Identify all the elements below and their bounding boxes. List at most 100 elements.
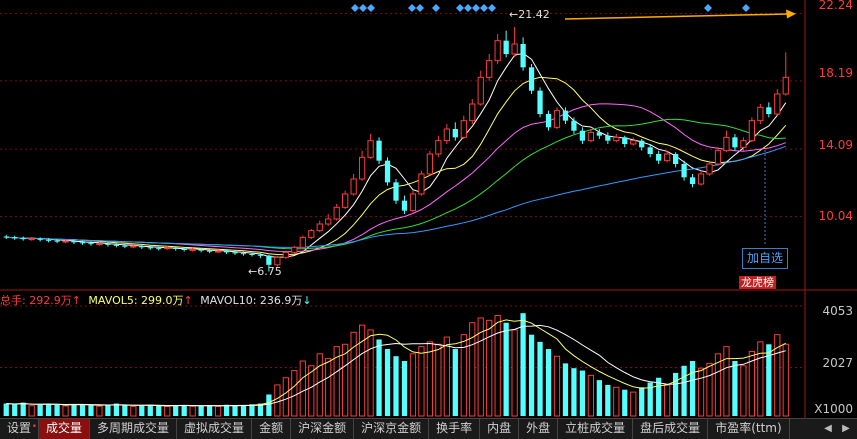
volume-bar-up: [189, 405, 196, 417]
candle-body-up: [723, 136, 730, 152]
candle-body-up: [664, 153, 671, 162]
candle-body-down: [240, 253, 247, 255]
volume-axis-label: 4053: [822, 304, 853, 318]
tab-scroll-left-button[interactable]: ◀: [820, 419, 836, 438]
volume-bar-up: [96, 405, 103, 417]
trend-arrow: [564, 9, 796, 20]
candle-body-down: [266, 255, 272, 265]
tab-10[interactable]: 立桩成交量: [558, 419, 634, 439]
volume-bar-up: [426, 341, 434, 417]
tab-1[interactable]: 成交量: [39, 419, 91, 439]
volume-bar-up: [486, 319, 493, 417]
kline-chart[interactable]: [0, 0, 857, 438]
volume-bar-down: [571, 368, 577, 416]
candle-body-down: [71, 241, 77, 243]
candle-body-down: [376, 140, 382, 161]
volume-bar-up: [511, 329, 518, 417]
volume-bar-up: [418, 346, 425, 417]
volume-bar-up: [316, 353, 323, 417]
candle-body-up: [409, 193, 417, 212]
candle-body-down: [232, 252, 238, 254]
volume-bar-down: [20, 402, 26, 416]
volume-bar-down: [579, 370, 586, 416]
candle-body-up: [706, 163, 713, 175]
signal-diamond-icon: [359, 4, 367, 12]
volume-bar-up: [214, 405, 222, 417]
volume-bar-down: [562, 363, 569, 416]
volume-bar-up: [435, 343, 442, 417]
candle-body-up: [460, 120, 467, 138]
tab-label: 沪深京金额: [361, 421, 422, 435]
volume-bar-down: [198, 405, 204, 416]
signal-diamond-icon: [742, 4, 750, 12]
volume-bar-down: [732, 361, 738, 416]
volume-bars[interactable]: [3, 313, 789, 417]
tab-2[interactable]: 多周期成交量: [90, 419, 178, 439]
volume-bar-down: [520, 313, 526, 416]
volume-bar-up: [782, 343, 789, 417]
volume-bar-down: [384, 349, 391, 416]
add-to-watchlist-button[interactable]: 加自选: [742, 248, 788, 269]
candle-body-down: [249, 254, 255, 255]
volume-bar-up: [740, 365, 747, 417]
candle-body-down: [156, 248, 162, 250]
candle-body-down: [689, 177, 696, 184]
candle-body-up: [342, 193, 349, 208]
volume-bar-down: [156, 405, 162, 416]
tab-7[interactable]: 换手率: [429, 419, 481, 439]
candle-body-up: [274, 256, 281, 266]
tab-12[interactable]: 市盈率(ttm): [708, 419, 790, 439]
candle-body-up: [214, 250, 222, 253]
volume-bar-down: [105, 405, 111, 416]
candle-body-down: [206, 250, 213, 252]
tab-label: 盘后成交量: [640, 421, 701, 435]
volume-bar-down: [181, 405, 187, 416]
volume-bar-down: [681, 365, 687, 416]
volume-bar-down: [249, 404, 255, 416]
volume-bar-up: [358, 324, 366, 417]
price-axis-label: 10.04: [818, 209, 853, 223]
candle-body-down: [656, 154, 662, 161]
tab-8[interactable]: 内盘: [480, 419, 520, 439]
candle-body-down: [88, 243, 94, 245]
mavol5-label: MAVOL5: 299.0万: [88, 294, 184, 307]
volume-bar-down: [605, 384, 611, 416]
tab-6[interactable]: 沪深京金额: [354, 419, 430, 439]
volume-bar-down: [622, 389, 628, 416]
candle-body-down: [384, 160, 391, 183]
tab-label: 设置: [7, 421, 32, 435]
tab-0[interactable]: 设置 •: [0, 419, 40, 439]
tab-11[interactable]: 盘后成交量: [633, 419, 709, 439]
tab-label: 外盘: [526, 421, 551, 435]
candle-body-up: [494, 40, 501, 62]
volume-bar-down: [266, 394, 272, 416]
tab-5[interactable]: 沪深金额: [291, 419, 355, 439]
tab-9[interactable]: 外盘: [519, 419, 559, 439]
tab-3[interactable]: 虚拟成交量: [177, 419, 253, 439]
volume-bar-up: [130, 405, 137, 417]
candle-body-up: [782, 76, 789, 95]
volume-bar-up: [28, 405, 35, 417]
signal-markers: [351, 4, 750, 12]
signal-diamond-icon: [456, 4, 464, 12]
dragon-tiger-rank-badge[interactable]: 龙虎榜: [739, 276, 776, 289]
tab-scroll-right-button[interactable]: ▶: [838, 419, 854, 438]
volume-bar-down: [401, 361, 408, 416]
candle-body-down: [37, 238, 43, 240]
candle-body-up: [630, 140, 637, 145]
candle-body-down: [571, 120, 577, 131]
candle-body-down: [766, 107, 772, 114]
candle-body-down: [647, 147, 653, 154]
candle-body-up: [443, 128, 450, 142]
volume-bar-down: [206, 405, 213, 416]
volume-legend: 总手: 292.9万↑ MAVOL5: 299.0万↑ MAVOL10: 236…: [0, 292, 312, 308]
tab-4[interactable]: 金额: [252, 419, 292, 439]
candle-body-up: [748, 120, 755, 142]
candle-body-down: [622, 137, 628, 144]
volume-bar-up: [587, 374, 595, 417]
candle-body-down: [105, 243, 111, 245]
volume-bar-down: [79, 404, 86, 416]
candle-body-up: [740, 140, 747, 148]
candle-body-up: [477, 76, 484, 105]
candle-body-down: [452, 129, 458, 138]
